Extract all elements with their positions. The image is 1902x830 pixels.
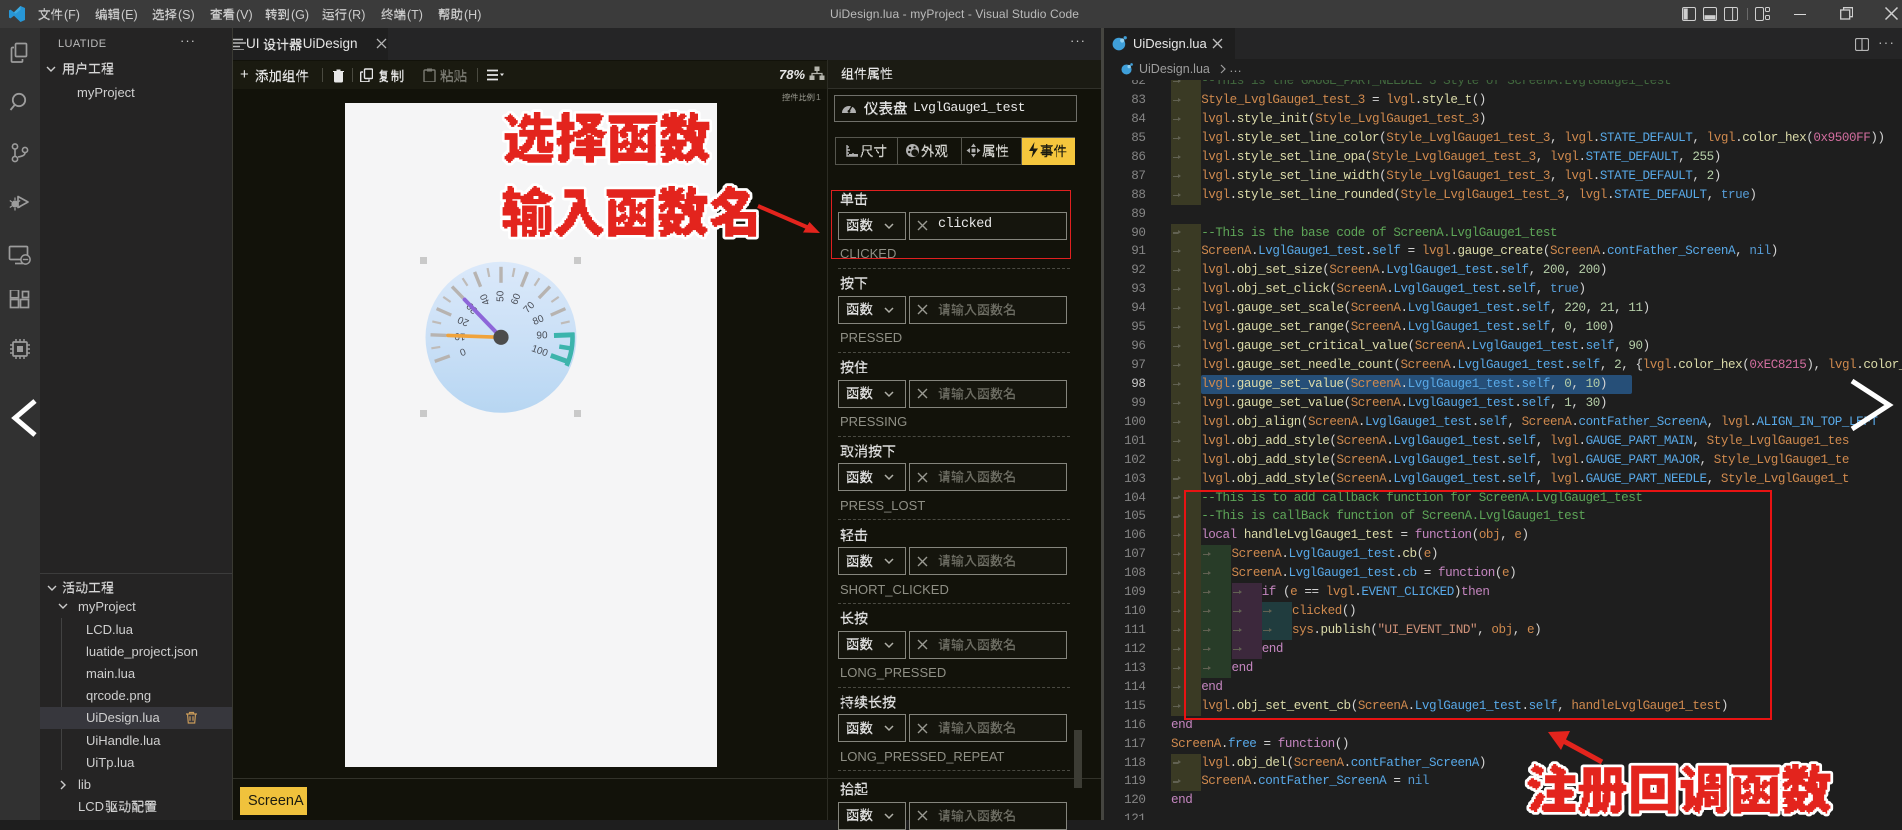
svg-text:50: 50 bbox=[496, 290, 507, 302]
svg-text:90: 90 bbox=[536, 330, 548, 341]
